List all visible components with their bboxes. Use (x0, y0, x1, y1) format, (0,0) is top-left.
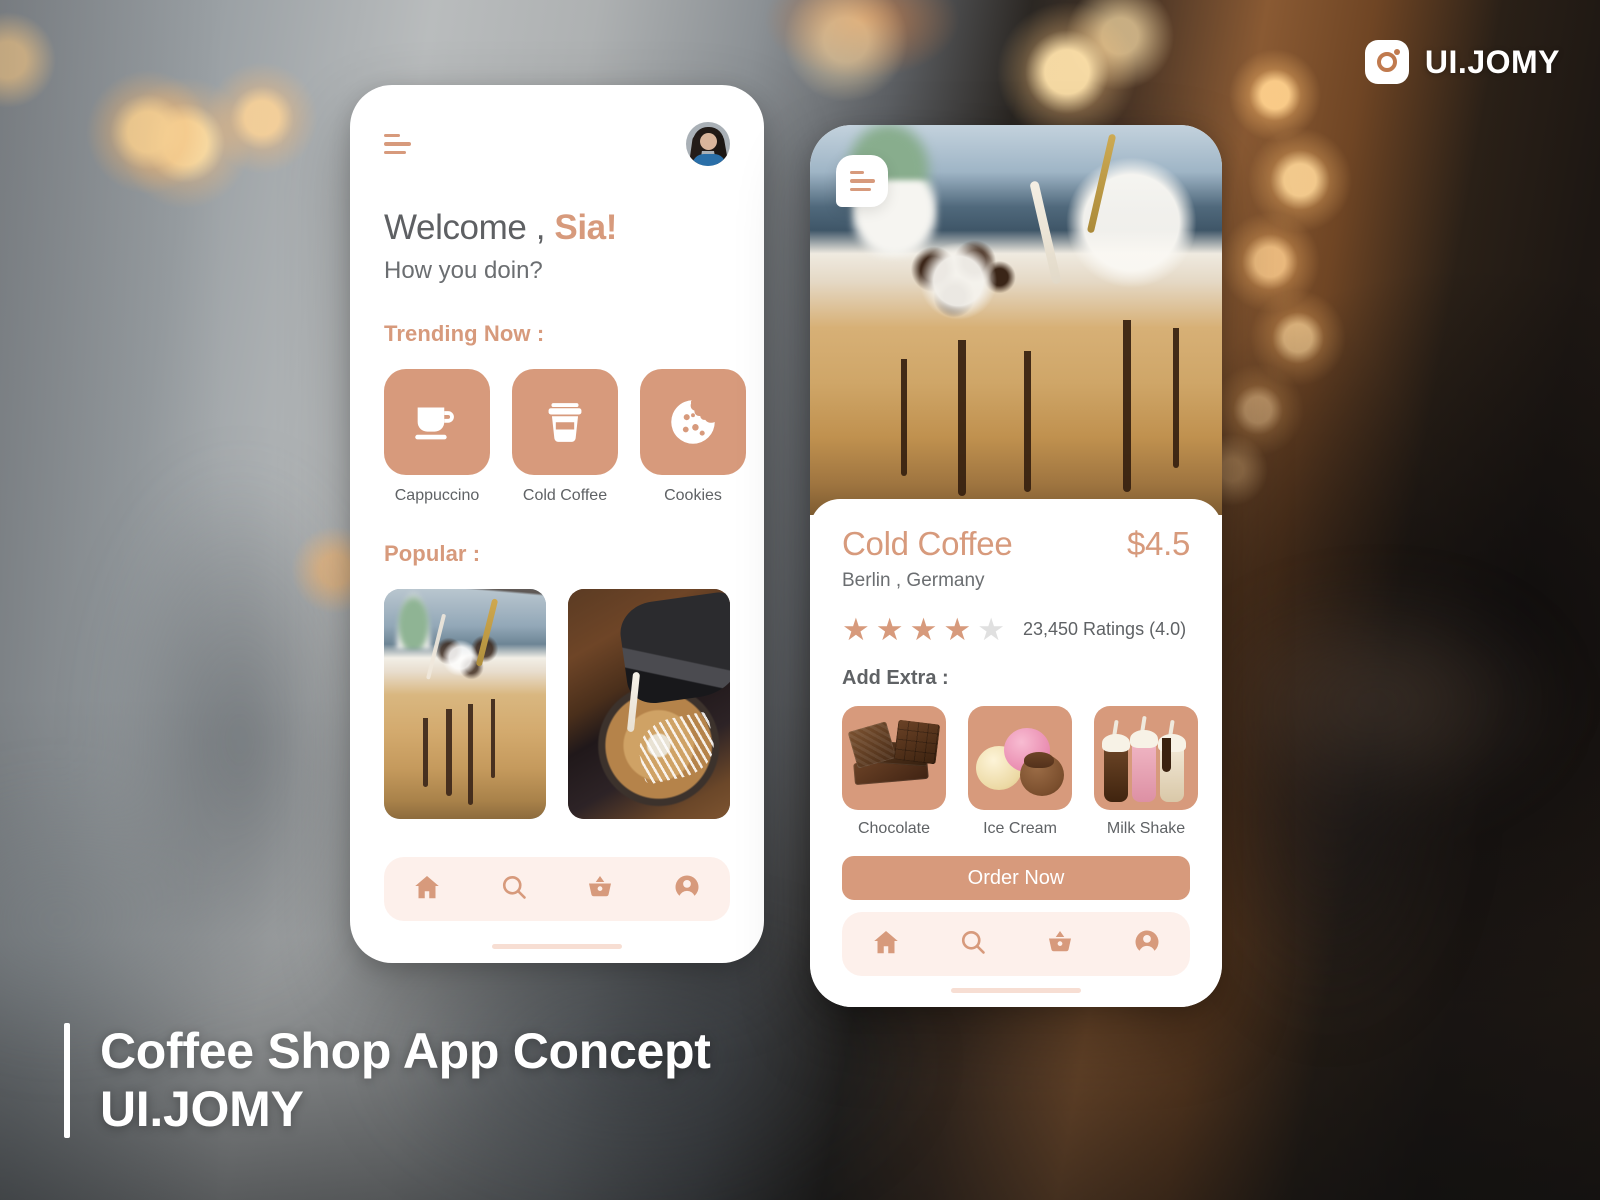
add-extra-list: Chocolate Ice Cream Milk Shake (842, 706, 1198, 838)
page-title: Welcome , Sia! (384, 208, 730, 248)
chocolate-icon (842, 706, 946, 810)
person-icon (672, 872, 702, 907)
nav-item-cart[interactable] (576, 865, 624, 913)
latte-leaf (633, 710, 720, 785)
latte-art-photo (568, 589, 730, 819)
nav-item-search[interactable] (949, 920, 997, 968)
basket-icon (585, 872, 615, 907)
product-location: Berlin , Germany (842, 570, 985, 591)
greeting-name: Sia! (554, 208, 617, 247)
bottom-navigation (842, 912, 1190, 976)
home-header (350, 85, 764, 166)
home-icon (412, 872, 442, 907)
welcome-block: Welcome , Sia! How you doin? (350, 166, 764, 285)
trending-item-cappuccino[interactable]: Cappuccino (384, 369, 490, 505)
star-icon: ★ (943, 612, 972, 647)
nav-item-home[interactable] (403, 865, 451, 913)
avatar[interactable] (686, 122, 730, 166)
nav-item-profile[interactable] (663, 865, 711, 913)
instagram-icon (1364, 40, 1409, 84)
nav-item-home[interactable] (862, 920, 910, 968)
popular-section-title: Popular : (384, 541, 481, 566)
detail-screen-phone: Cold Coffee $4.5 Berlin , Germany ★ ★ ★ … (810, 125, 1222, 1007)
basket-icon (1045, 927, 1075, 962)
instagram-watermark: UI.JOMY (1364, 40, 1560, 84)
trending-item-label: Cappuccino (394, 487, 480, 504)
star-icon-empty: ★ (977, 612, 1005, 647)
extra-item-label: Ice Cream (983, 820, 1057, 837)
blurred-cafe-background (0, 0, 1600, 1200)
extra-item-milk-shake[interactable]: Milk Shake (1094, 706, 1198, 838)
popular-list (350, 589, 764, 819)
star-icon: ★ (842, 612, 870, 647)
product-title: Cold Coffee (842, 525, 1013, 562)
search-icon (958, 927, 988, 962)
star-icon: ★ (875, 612, 904, 647)
popular-card-iced-coffee[interactable] (384, 589, 546, 819)
add-extra-title: Add Extra : (842, 667, 949, 689)
product-detail-card: Cold Coffee $4.5 Berlin , Germany ★ ★ ★ … (810, 499, 1222, 1007)
trending-item-cookies[interactable]: Cookies (640, 369, 746, 505)
trending-item-label: Cookies (664, 487, 722, 504)
nav-item-profile[interactable] (1123, 920, 1171, 968)
star-rating[interactable]: ★ ★ ★ ★ ★ (842, 614, 1005, 645)
hamburger-menu-icon[interactable] (384, 133, 411, 155)
trending-item-cold-coffee[interactable]: Cold Coffee (512, 369, 618, 505)
cookie-icon (640, 369, 746, 475)
watermark-handle: UI.JOMY (1424, 43, 1560, 80)
coffee-cup-icon (384, 369, 490, 475)
search-icon (499, 872, 529, 907)
caption-subtitle: UI.JOMY (100, 1080, 304, 1137)
home-screen-phone: Welcome , Sia! How you doin? Trending No… (350, 85, 764, 963)
nav-item-search[interactable] (490, 865, 538, 913)
star-icon: ★ (909, 612, 938, 647)
caption-block: Coffee Shop App Concept UI.JOMY (64, 1023, 711, 1138)
greeting-subtitle: How you doin? (384, 257, 543, 284)
milkshake-icon (1094, 706, 1198, 810)
trending-section-title: Trending Now : (384, 321, 545, 346)
extra-item-label: Chocolate (857, 820, 931, 837)
greeting-prefix: Welcome , (384, 208, 555, 247)
takeaway-cup-icon (512, 369, 618, 475)
trending-item-label: Cold Coffee (522, 487, 608, 504)
iced-coffee-photo (384, 589, 546, 819)
nav-item-cart[interactable] (1036, 920, 1084, 968)
extra-item-chocolate[interactable]: Chocolate (842, 706, 946, 838)
rating-count: 23,450 Ratings (4.0) (1022, 619, 1187, 639)
rating-row: ★ ★ ★ ★ ★ 23,450 Ratings (4.0) (842, 614, 1190, 645)
extra-item-ice-cream[interactable]: Ice Cream (968, 706, 1072, 838)
popular-card-latte-art[interactable] (568, 589, 730, 819)
home-indicator (492, 944, 622, 949)
home-icon (871, 927, 901, 962)
order-now-button[interactable]: Order Now (842, 856, 1190, 900)
hamburger-menu-icon[interactable] (836, 155, 888, 207)
trending-list: Cappuccino Cold Coffee Cookies (350, 369, 764, 505)
product-header: Cold Coffee $4.5 (842, 525, 1190, 563)
person-icon (1132, 927, 1162, 962)
cold-coffee-photo (810, 125, 1222, 515)
bottom-navigation (384, 857, 730, 921)
caption-rule (64, 1023, 70, 1138)
product-price: $4.5 (1126, 525, 1190, 562)
caption-title: Coffee Shop App Concept (100, 1023, 711, 1079)
home-indicator (951, 988, 1081, 993)
ice-cream-icon (968, 706, 1072, 810)
extra-item-label: Milk Shake (1106, 820, 1186, 837)
